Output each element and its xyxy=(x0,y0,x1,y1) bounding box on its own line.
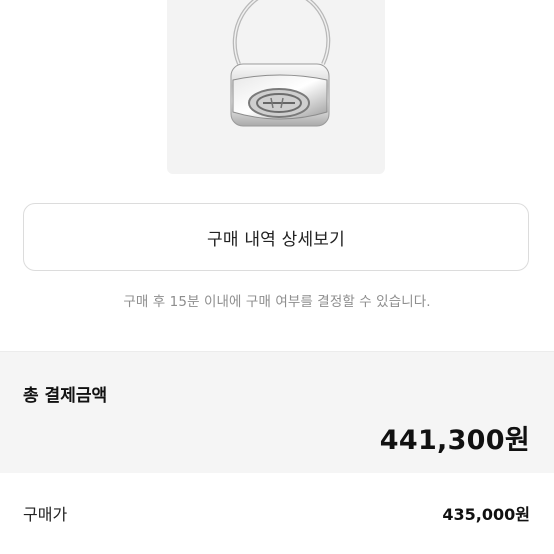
purchase-price-value: 435,000원 xyxy=(442,505,530,524)
purchase-price-row: 구매가 435,000원 xyxy=(23,501,530,525)
handbag-illustration xyxy=(230,0,331,127)
product-area xyxy=(0,0,554,190)
total-payment-label: 총 결제금액 xyxy=(23,386,108,406)
purchase-detail-button[interactable]: 구매 내역 상세보기 xyxy=(23,203,529,271)
payment-breakdown: 구매가 435,000원 xyxy=(0,473,554,554)
product-image[interactable] xyxy=(167,0,385,174)
decision-notice: 구매 후 15분 이내에 구매 여부를 결정할 수 있습니다. xyxy=(123,294,431,310)
purchase-price-label: 구매가 xyxy=(23,505,68,524)
total-payment-section: 총 결제금액 441,300원 xyxy=(0,351,554,474)
purchase-detail-label: 구매 내역 상세보기 xyxy=(207,229,345,250)
total-payment-amount: 441,300원 xyxy=(379,425,530,456)
